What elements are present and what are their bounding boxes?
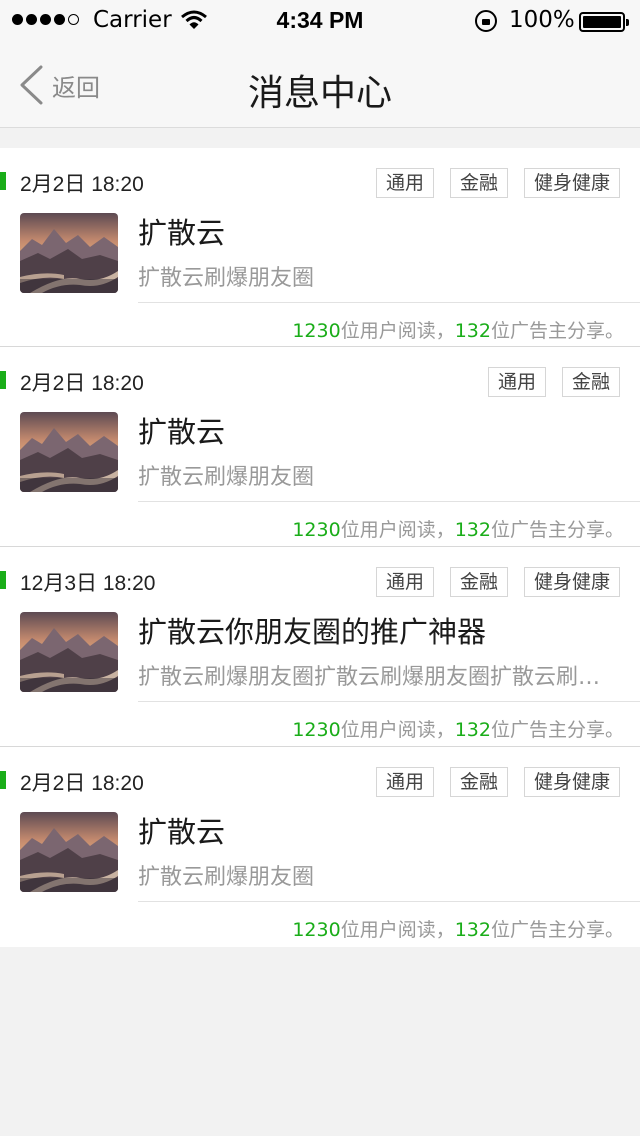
- message-card[interactable]: 12月3日 18:20 通用 金融 健身健康 扩散云你朋友圈的推广神器 扩散云刷…: [0, 547, 640, 747]
- read-count: 1230: [292, 719, 341, 741]
- share-count: 132: [454, 719, 491, 741]
- message-center-screen: Carrier 4:34 PM 100% 返回 消息中心 2月2日 18:20 …: [0, 0, 640, 1136]
- divider: [138, 701, 640, 702]
- read-count-label: 位用户阅读，: [340, 719, 455, 741]
- message-date: 12月3日 18:20: [20, 572, 156, 595]
- share-count-label: 位广告主分享。: [490, 719, 624, 741]
- message-description: 扩散云刷爆朋友圈: [138, 266, 315, 291]
- category-tag[interactable]: 通用: [375, 567, 434, 597]
- read-count-label: 位用户阅读，: [340, 519, 455, 541]
- read-count-label: 位用户阅读，: [340, 320, 455, 342]
- unread-marker: [0, 771, 6, 789]
- tag-list: 通用 金融: [487, 367, 620, 397]
- unread-marker: [0, 371, 6, 389]
- category-tag[interactable]: 金融: [449, 168, 508, 198]
- read-count: 1230: [292, 519, 341, 541]
- read-count: 1230: [292, 320, 341, 342]
- message-stats: 1230位用户阅读，132位广告主分享。: [292, 915, 624, 942]
- category-tag[interactable]: 健身健康: [523, 767, 620, 797]
- message-list: 2月2日 18:20 通用 金融 健身健康 扩散云 扩散云刷爆朋友圈 1230位…: [0, 148, 640, 947]
- thumbnail-image: [20, 612, 118, 692]
- message-card[interactable]: 2月2日 18:20 通用 金融 健身健康 扩散云 扩散云刷爆朋友圈 1230位…: [0, 148, 640, 347]
- message-title: 扩散云: [138, 815, 226, 849]
- unread-marker: [0, 571, 6, 589]
- tag-list: 通用 金融 健身健康: [375, 767, 620, 797]
- message-date: 2月2日 18:20: [20, 772, 144, 795]
- share-count-label: 位广告主分享。: [490, 519, 624, 541]
- read-count-label: 位用户阅读，: [340, 919, 455, 941]
- share-count: 132: [454, 320, 491, 342]
- message-description: 扩散云刷爆朋友圈: [138, 865, 315, 890]
- category-tag[interactable]: 金融: [449, 567, 508, 597]
- category-tag[interactable]: 健身健康: [523, 567, 620, 597]
- message-date: 2月2日 18:20: [20, 372, 144, 395]
- category-tag[interactable]: 健身健康: [523, 168, 620, 198]
- message-stats: 1230位用户阅读，132位广告主分享。: [292, 515, 624, 542]
- divider: [138, 302, 640, 303]
- rotation-lock-icon: [475, 10, 497, 32]
- message-card[interactable]: 2月2日 18:20 通用 金融 扩散云 扩散云刷爆朋友圈 1230位用户阅读，…: [0, 347, 640, 547]
- unread-marker: [0, 172, 6, 190]
- tag-list: 通用 金融 健身健康: [375, 567, 620, 597]
- navigation-bar: 返回 消息中心: [0, 40, 640, 128]
- share-count: 132: [454, 519, 491, 541]
- message-title: 扩散云: [138, 216, 226, 250]
- message-card[interactable]: 2月2日 18:20 通用 金融 健身健康 扩散云 扩散云刷爆朋友圈 1230位…: [0, 747, 640, 947]
- battery-icon: [579, 12, 629, 32]
- message-stats: 1230位用户阅读，132位广告主分享。: [292, 715, 624, 742]
- message-description: 扩散云刷爆朋友圈: [138, 465, 315, 490]
- category-tag[interactable]: 通用: [375, 767, 434, 797]
- battery-percentage: 100%: [509, 7, 575, 33]
- read-count: 1230: [292, 919, 341, 941]
- divider: [138, 901, 640, 902]
- divider: [138, 501, 640, 502]
- page-title: 消息中心: [247, 73, 392, 114]
- status-bar: Carrier 4:34 PM 100%: [0, 0, 640, 40]
- thumbnail-image: [20, 812, 118, 892]
- category-tag[interactable]: 通用: [375, 168, 434, 198]
- thumbnail-image: [20, 412, 118, 492]
- category-tag[interactable]: 通用: [487, 367, 546, 397]
- tag-list: 通用 金融 健身健康: [375, 168, 620, 198]
- message-description: 扩散云刷爆朋友圈扩散云刷爆朋友圈扩散云刷爆朋友圈: [138, 665, 608, 690]
- message-title: 扩散云: [138, 415, 226, 449]
- share-count-label: 位广告主分享。: [490, 919, 624, 941]
- category-tag[interactable]: 金融: [449, 767, 508, 797]
- thumbnail-image: [20, 213, 118, 293]
- share-count-label: 位广告主分享。: [490, 320, 624, 342]
- message-stats: 1230位用户阅读，132位广告主分享。: [292, 316, 624, 343]
- share-count: 132: [454, 919, 491, 941]
- message-title: 扩散云你朋友圈的推广神器: [138, 615, 487, 649]
- category-tag[interactable]: 金融: [561, 367, 620, 397]
- message-date: 2月2日 18:20: [20, 173, 144, 196]
